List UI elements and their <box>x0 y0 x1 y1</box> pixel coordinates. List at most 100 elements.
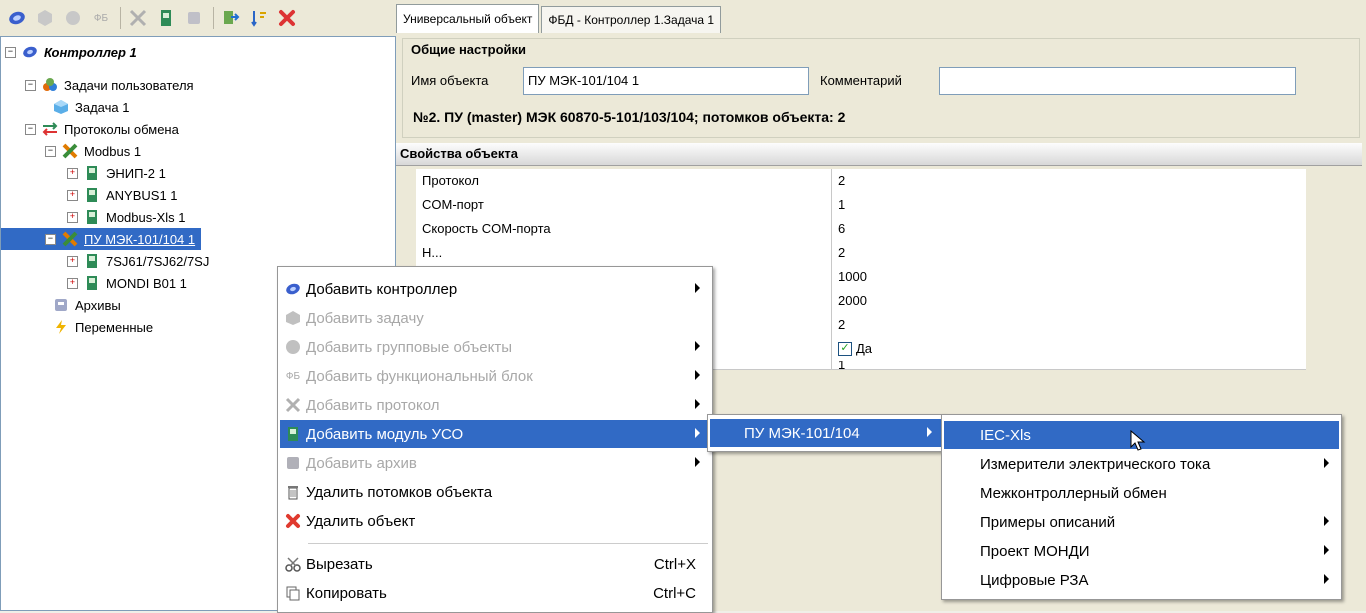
add-protocol-icon[interactable] <box>127 7 149 29</box>
menu-item-add-group[interactable]: Добавить групповые объекты <box>280 333 710 361</box>
expand-icon[interactable]: + <box>67 189 78 201</box>
tree-label: ЭНИП-2 1 <box>106 165 166 181</box>
property-value[interactable]: 6 <box>832 217 845 241</box>
add-fb-icon[interactable]: ФБ <box>90 7 112 29</box>
tree-node-pu-mek[interactable]: − ПУ МЭК-101/104 1 <box>1 228 202 250</box>
tree-node-modbus[interactable]: − Modbus 1 <box>45 140 141 162</box>
menu-item-label: Цифровые РЗА <box>980 571 1089 589</box>
tree-node-7sj[interactable]: + 7SJ61/7SJ62/7SJ <box>67 250 209 272</box>
menu-item-add-uso-module[interactable]: Добавить модуль УСО <box>280 420 710 448</box>
toolbar: ФБ <box>0 0 396 36</box>
property-value[interactable]: 2 <box>832 241 845 265</box>
add-archive-icon[interactable] <box>183 7 205 29</box>
property-value[interactable]: 2 <box>832 313 845 337</box>
menu-item-label: Добавить контроллер <box>306 280 458 298</box>
tree-node-protocols[interactable]: − Протоколы обмена <box>25 118 179 140</box>
add-group-icon[interactable] <box>62 7 84 29</box>
expand-icon[interactable]: + <box>67 255 78 267</box>
object-info-text: №2. ПУ (master) МЭК 60870-5-101/103/104;… <box>413 109 846 125</box>
uso-module-icon <box>84 187 100 203</box>
collapse-icon[interactable]: − <box>25 79 36 91</box>
collapse-icon[interactable]: − <box>45 145 56 157</box>
menu-item-intercontroller[interactable]: Межконтроллерный обмен <box>944 479 1339 507</box>
sort-icon[interactable] <box>248 7 270 29</box>
task-icon <box>53 99 69 115</box>
property-row[interactable]: Скорость COM-порта 6 <box>416 217 1306 242</box>
collapse-icon[interactable]: − <box>5 46 16 58</box>
menu-item-add-protocol[interactable]: Добавить протокол <box>280 391 710 419</box>
group-icon <box>284 338 302 356</box>
tree-node-anybus[interactable]: + ANYBUS1 1 <box>67 184 178 206</box>
tree-node-task[interactable]: Задача 1 <box>53 96 129 118</box>
delete-icon <box>284 512 302 530</box>
mouse-cursor-icon <box>1130 430 1146 451</box>
tab-fbd[interactable]: ФБД - Контроллер 1.Задача 1 <box>541 6 722 33</box>
menu-item-label: ПУ МЭК-101/104 <box>744 424 860 442</box>
tree-node-mondi[interactable]: + MONDI B01 1 <box>67 272 187 294</box>
menu-item-add-fb[interactable]: ФБ Добавить функциональный блок <box>280 362 710 390</box>
property-value[interactable]: ✓ Да <box>832 337 872 361</box>
menu-item-copy[interactable]: Копировать Ctrl+C <box>280 579 710 607</box>
menu-item-add-archive[interactable]: Добавить архив <box>280 449 710 477</box>
property-value[interactable]: 2000 <box>832 289 867 313</box>
menu-item-label: Копировать <box>306 584 387 602</box>
add-task-icon[interactable] <box>34 7 56 29</box>
menu-item-cut[interactable]: Вырезать Ctrl+X <box>280 550 710 578</box>
export-icon[interactable] <box>220 7 242 29</box>
submenu-uso: ПУ МЭК-101/104 <box>707 414 945 452</box>
property-value[interactable]: 1000 <box>832 265 867 289</box>
tree-node-controller[interactable]: − Контроллер 1 <box>5 41 137 63</box>
delete-icon[interactable] <box>276 7 298 29</box>
add-controller-icon[interactable] <box>6 7 28 29</box>
tree-node-enip[interactable]: + ЭНИП-2 1 <box>67 162 166 184</box>
menu-item-examples[interactable]: Примеры описаний <box>944 508 1339 536</box>
submenu-arrow-icon <box>1324 516 1329 526</box>
protocol-icon <box>62 231 78 247</box>
group-title: Общие настройки <box>411 42 526 57</box>
menu-item-label: Добавить протокол <box>306 396 440 414</box>
collapse-icon[interactable]: − <box>45 233 56 245</box>
menu-item-pu-mek[interactable]: ПУ МЭК-101/104 <box>710 419 942 447</box>
property-row[interactable]: Протокол 2 <box>416 169 1306 194</box>
menu-item-digital-rza[interactable]: Цифровые РЗА <box>944 566 1339 594</box>
property-value[interactable]: 1 <box>832 361 845 369</box>
property-value[interactable]: 1 <box>832 193 845 217</box>
checkbox-label: Да <box>856 341 873 356</box>
lightning-icon <box>53 319 69 335</box>
menu-item-project-mondi[interactable]: Проект МОНДИ <box>944 537 1339 565</box>
exchange-arrows-icon <box>42 121 58 137</box>
tree-node-variables[interactable]: Переменные <box>53 316 153 338</box>
comment-field[interactable] <box>939 67 1296 95</box>
property-value[interactable]: 2 <box>832 169 845 193</box>
tree-node-archives[interactable]: Архивы <box>53 294 121 316</box>
toolbar-separator <box>120 7 121 29</box>
expand-icon[interactable]: + <box>67 277 78 289</box>
object-name-field[interactable]: ПУ МЭК-101/104 1 <box>523 67 809 95</box>
shortcut-label: Ctrl+X <box>653 555 696 573</box>
collapse-icon[interactable]: − <box>25 123 36 135</box>
tree-node-modbus-xls[interactable]: + Modbus-Xls 1 <box>67 206 185 228</box>
submenu-arrow-icon <box>1324 458 1329 468</box>
menu-item-current-meters[interactable]: Измерители электрического тока <box>944 450 1339 478</box>
fb-icon: ФБ <box>285 370 301 382</box>
submenu-arrow-icon <box>927 427 932 437</box>
tab-universal-object[interactable]: Универсальный объект <box>396 4 540 33</box>
checkbox-checked-icon[interactable]: ✓ <box>838 342 852 356</box>
submenu-arrow-icon <box>695 341 700 351</box>
tree-node-user-tasks[interactable]: − Задачи пользователя <box>25 74 194 96</box>
menu-item-delete-object[interactable]: Удалить объект <box>280 507 710 535</box>
menu-item-label: Проект МОНДИ <box>980 542 1090 560</box>
expand-icon[interactable]: + <box>67 211 78 223</box>
menu-item-label: Добавить функциональный блок <box>306 367 533 385</box>
expand-icon[interactable]: + <box>67 167 78 179</box>
menu-item-add-task[interactable]: Добавить задачу <box>280 304 710 332</box>
property-row[interactable]: COM-порт 1 <box>416 193 1306 218</box>
toolbar-separator <box>213 7 214 29</box>
menu-item-add-controller[interactable]: Добавить контроллер <box>280 275 710 303</box>
menu-item-delete-children[interactable]: Удалить потомков объекта <box>280 478 710 506</box>
comment-label: Комментарий <box>820 73 902 88</box>
property-row[interactable]: Н... 2 <box>416 241 1306 266</box>
submenu-arrow-icon <box>1324 574 1329 584</box>
add-uso-module-icon[interactable] <box>155 7 177 29</box>
submenu-arrow-icon <box>1324 545 1329 555</box>
